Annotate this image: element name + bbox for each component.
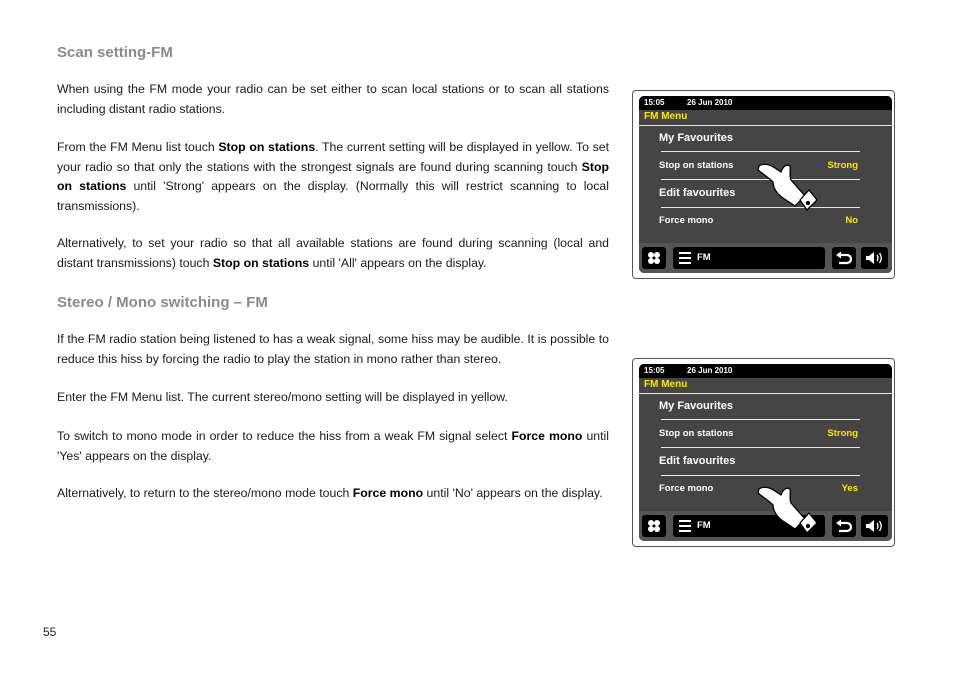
paragraph: If the FM radio station being listened t… [57, 330, 609, 369]
paragraph: Enter the FM Menu list. The current ster… [57, 388, 609, 408]
volume-icon [866, 520, 882, 532]
radio-screen: 15:05 26 Jun 2010 FM Menu My Favourites … [639, 96, 892, 273]
divider [639, 393, 892, 394]
text-segment: If the FM radio station being listened t… [57, 332, 609, 366]
text-segment: Enter the FM Menu list. The current ster… [57, 390, 508, 404]
menu-item-value: Strong [827, 428, 858, 439]
radio-screen-illustration-2: 15:05 26 Jun 2010 FM Menu My Favourites … [632, 358, 895, 547]
apps-grid-icon [648, 520, 660, 532]
divider [661, 475, 860, 476]
divider [639, 125, 892, 126]
bold-term: Force mono [511, 429, 583, 443]
menu-title: FM Menu [644, 111, 688, 122]
text-segment: until 'Strong' appears on the display. (… [57, 179, 609, 213]
menu-item-label: Edit favourites [659, 187, 736, 199]
text-segment: until 'No' appears on the display. [423, 486, 603, 500]
menu-item-label: My Favourites [659, 400, 733, 412]
menu-item-value: No [845, 215, 858, 226]
apps-button[interactable] [642, 515, 666, 537]
date: 26 Jun 2010 [687, 98, 733, 107]
radio-screen-illustration-1: 15:05 26 Jun 2010 FM Menu My Favourites … [632, 90, 895, 279]
pointing-hand-icon [757, 486, 818, 534]
divider [661, 419, 860, 420]
section-heading-stereo-mono: Stereo / Mono switching – FM [57, 294, 268, 311]
menu-list-icon [679, 520, 691, 532]
radio-screen: 15:05 26 Jun 2010 FM Menu My Favourites … [639, 364, 892, 541]
menu-item-value: Strong [827, 160, 858, 171]
status-bar: 15:05 26 Jun 2010 [639, 96, 892, 110]
clock-time: 15:05 [644, 98, 665, 107]
apps-button[interactable] [642, 247, 666, 269]
divider [661, 447, 860, 448]
clock-time: 15:05 [644, 366, 665, 375]
paragraph: From the FM Menu list touch Stop on stat… [57, 138, 609, 216]
back-button[interactable] [832, 247, 856, 269]
mode-label: FM [697, 252, 711, 263]
text-segment: until 'All' appears on the display. [309, 255, 487, 270]
paragraph: Alternatively, to return to the stereo/m… [57, 484, 609, 504]
menu-item-label: Force mono [659, 215, 714, 226]
text-segment: From the FM Menu list touch [57, 140, 219, 154]
date: 26 Jun 2010 [687, 366, 733, 375]
back-button[interactable] [832, 515, 856, 537]
mode-menu-button[interactable]: FM [673, 247, 825, 269]
text-segment: When using the FM mode your radio can be… [57, 82, 609, 116]
divider [661, 151, 860, 152]
volume-button[interactable] [861, 515, 888, 537]
menu-title: FM Menu [644, 379, 688, 390]
bold-term: Stop on stations [218, 140, 316, 154]
back-arrow-icon [836, 519, 853, 533]
bold-term: Force mono [352, 486, 424, 500]
menu-item-label: Stop on stations [659, 160, 734, 171]
apps-grid-icon [648, 252, 660, 264]
page-number: 55 [43, 625, 57, 639]
paragraph: When using the FM mode your radio can be… [57, 80, 609, 119]
bottom-toolbar: FM [639, 243, 892, 273]
menu-item-value: Yes [841, 483, 858, 494]
bold-term: Stop on stations [212, 255, 310, 270]
section-heading-scan-setting: Scan setting-FM [57, 44, 173, 61]
paragraph: Alternatively, to set your radio so that… [57, 234, 609, 273]
mode-label: FM [697, 520, 711, 531]
menu-item-label: Force mono [659, 483, 714, 494]
volume-button[interactable] [861, 247, 888, 269]
back-arrow-icon [836, 251, 853, 265]
status-bar: 15:05 26 Jun 2010 [639, 364, 892, 378]
menu-item-label: Edit favourites [659, 455, 736, 467]
pointing-hand-icon [757, 163, 818, 211]
menu-item-label: My Favourites [659, 132, 733, 144]
text-segment: Alternatively, to return to the stereo/m… [57, 486, 353, 500]
text-segment: To switch to mono mode in order to reduc… [57, 429, 512, 443]
volume-icon [866, 252, 882, 264]
paragraph: To switch to mono mode in order to reduc… [57, 427, 609, 466]
menu-item-label: Stop on stations [659, 428, 734, 439]
menu-list-icon [679, 252, 691, 264]
